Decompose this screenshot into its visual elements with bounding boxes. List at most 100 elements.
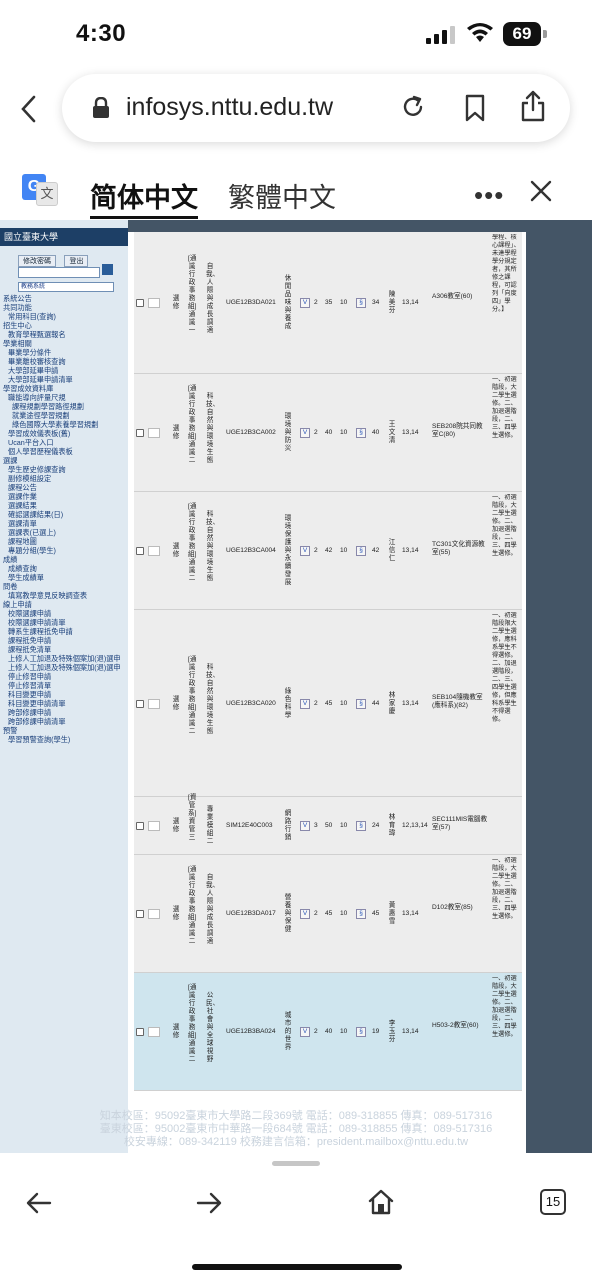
tabs-count-icon[interactable]: 15 [540, 1189, 566, 1215]
sidebar-item[interactable]: 跨部修課申請清單 [3, 717, 127, 726]
sidebar-item[interactable]: 預警 [3, 726, 127, 735]
sidebar-item[interactable]: 綠色國際大學素養學習規劃 [3, 420, 127, 429]
sidebar-item[interactable]: 成績 [3, 555, 127, 564]
sidebar-item[interactable]: 選課作業 [3, 492, 127, 501]
reload-icon[interactable] [400, 94, 426, 120]
tab-traditional-chinese[interactable]: 繁體中文 [228, 176, 336, 215]
table-row[interactable]: 選修 [通識行政事務組]通識二 科技、自然與環境生態 UGE12B3CA002 環境與防… [134, 374, 522, 492]
enroll-list-link[interactable]: § [356, 698, 366, 709]
syllabus-link[interactable]: V [300, 698, 310, 709]
sidebar-item[interactable]: 常用科目(查詢) [3, 312, 127, 321]
syllabus-link[interactable]: V [300, 428, 310, 438]
syllabus-link[interactable]: V [300, 546, 310, 556]
row-input[interactable] [148, 428, 160, 438]
table-row[interactable]: 選修 [通識行政事務組]通識二 科技、自然與環境生態 UGE12B3CA004 環境保護… [134, 492, 522, 610]
sidebar-item[interactable]: 停止修習申請 [3, 672, 127, 681]
row-input[interactable] [148, 298, 160, 308]
sidebar-item[interactable]: 問卷 [3, 582, 127, 591]
enroll-list-link[interactable]: § [356, 546, 366, 556]
enroll-list-link[interactable]: § [356, 909, 366, 919]
row-input[interactable] [148, 546, 160, 556]
row-checkbox[interactable] [136, 910, 144, 918]
sidebar-item[interactable]: 選課 [3, 456, 127, 465]
table-row[interactable]: 選修 [資管系]資管三 專業模組二 SIM12E40C003 網路行銷 V 3 50 10 § 24… [134, 794, 522, 855]
sidebar-item[interactable]: 課程抵免申請 [3, 636, 127, 645]
sidebar-item[interactable]: 線上申請 [3, 600, 127, 609]
row-checkbox[interactable] [136, 822, 144, 830]
sidebar-item[interactable]: 上修人工加退及特殊個案加(退)選申 [3, 654, 127, 663]
sidebar-item[interactable]: 選課表(已選上) [3, 528, 127, 537]
row-checkbox[interactable] [136, 1028, 144, 1036]
row-checkbox[interactable] [136, 299, 144, 307]
sidebar-item[interactable]: 跨部修課申請 [3, 708, 127, 717]
arrow-right-icon[interactable] [196, 1191, 222, 1215]
enroll-list-link[interactable]: § [356, 428, 366, 438]
sidebar-item[interactable]: 教育學程甄選報名 [3, 330, 127, 339]
sidebar-item[interactable]: 學業相關 [3, 339, 127, 348]
sidebar-item[interactable]: 個人學習歷程儀表板 [3, 447, 127, 456]
syllabus-link[interactable]: V [300, 1027, 310, 1037]
syllabus-link[interactable]: V [300, 298, 310, 308]
enroll-list-link[interactable]: § [356, 821, 366, 831]
sidebar-item[interactable]: Ucan平台入口 [3, 438, 127, 447]
tab-simplified-chinese[interactable]: 简体中文 [90, 176, 198, 215]
arrow-left-icon[interactable] [26, 1191, 52, 1215]
sidebar-item[interactable]: 共同功能 [3, 303, 127, 312]
refresh-icon[interactable] [102, 264, 113, 275]
more-options-icon[interactable]: ••• [474, 180, 504, 211]
sidebar-item[interactable]: 畢業學分條件 [3, 348, 127, 357]
system-select[interactable]: 教務系統 [18, 282, 114, 292]
sidebar-item[interactable]: 職能導向評量尺規 [3, 393, 127, 402]
row-checkbox[interactable] [136, 547, 144, 555]
sidebar-item[interactable]: 轉系生課程抵免申請 [3, 627, 127, 636]
table-row[interactable]: 選修 [通識行政事務組]通識二 自我、人際與成長調適 UGE12B3DA017 營養與保… [134, 855, 522, 973]
sidebar-item[interactable]: 課程地圖 [3, 537, 127, 546]
close-icon[interactable] [530, 180, 552, 202]
sidebar-item[interactable]: 學習預警查詢(學生) [3, 735, 127, 744]
sidebar-item[interactable]: 選課結果 [3, 501, 127, 510]
table-row[interactable]: 選修 [通識行政事務組]通識二 公民、社會與全球視野 UGE12B3BA024 城市的世… [134, 973, 522, 1091]
sidebar-item[interactable]: 副修模組設定 [3, 474, 127, 483]
chevron-left-icon[interactable] [18, 94, 40, 124]
sidebar-item[interactable]: 畢業離校審核查詢 [3, 357, 127, 366]
sidebar-item[interactable]: 招生中心 [3, 321, 127, 330]
sidebar-item[interactable]: 上修人工加退及特殊個案加(退)選申 [3, 663, 127, 672]
bookmark-icon[interactable] [464, 94, 486, 122]
sidebar-item[interactable]: 校際選課申請 [3, 609, 127, 618]
sidebar-item[interactable]: 就業途徑學習規劃 [3, 411, 127, 420]
sidebar-item[interactable]: 科目變更申請 [3, 690, 127, 699]
sidebar-item[interactable]: 大學部延畢申請清單 [3, 375, 127, 384]
row-checkbox[interactable] [136, 429, 144, 437]
sidebar-item[interactable]: 學生歷史修課查詢 [3, 465, 127, 474]
row-input[interactable] [148, 821, 160, 831]
row-checkbox[interactable] [136, 699, 144, 708]
sidebar-item[interactable]: 確認選課結果(日) [3, 510, 127, 519]
row-input[interactable] [148, 909, 160, 919]
sidebar-item[interactable]: 選課清單 [3, 519, 127, 528]
url-bar[interactable]: infosys.nttu.edu.tw [62, 74, 570, 142]
home-icon[interactable] [368, 1189, 394, 1215]
enroll-list-link[interactable]: § [356, 1027, 366, 1037]
sidebar-search-input[interactable] [18, 267, 100, 278]
sidebar-item[interactable]: 學生成績單 [3, 573, 127, 582]
sidebar-item[interactable]: 成績查詢 [3, 564, 127, 573]
sidebar-item[interactable]: 學習成效資料庫 [3, 384, 127, 393]
table-row[interactable]: 選修 [通識行政事務組]通識二 科技、自然與環境生態 UGE12B3CA020 綠色科學… [134, 610, 522, 797]
change-password-button[interactable]: 修改密碼 [18, 255, 56, 267]
table-row[interactable]: 選修 [通識行政事務組]通識一 自我、人際與成長調適 UGE12B3DA021 休閒品味… [134, 232, 522, 374]
syllabus-link[interactable]: V [300, 909, 310, 919]
sidebar-item[interactable]: 課程規劃學習路徑規劃 [3, 402, 127, 411]
sidebar-item[interactable]: 課程抵免清單 [3, 645, 127, 654]
row-input[interactable] [148, 1027, 160, 1037]
sidebar-item[interactable]: 系統公告 [3, 294, 127, 303]
syllabus-link[interactable]: V [300, 821, 310, 831]
sidebar-item[interactable]: 科目變更申請清單 [3, 699, 127, 708]
enroll-list-link[interactable]: § [356, 298, 366, 308]
sidebar-item[interactable]: 校際選課申請清單 [3, 618, 127, 627]
logout-button[interactable]: 登出 [64, 255, 89, 267]
share-icon[interactable] [520, 90, 546, 122]
sidebar-item[interactable]: 大學部延畢申請 [3, 366, 127, 375]
sidebar-item[interactable]: 停止修習清單 [3, 681, 127, 690]
row-input[interactable] [148, 698, 160, 709]
sidebar-item[interactable]: 課程公告 [3, 483, 127, 492]
